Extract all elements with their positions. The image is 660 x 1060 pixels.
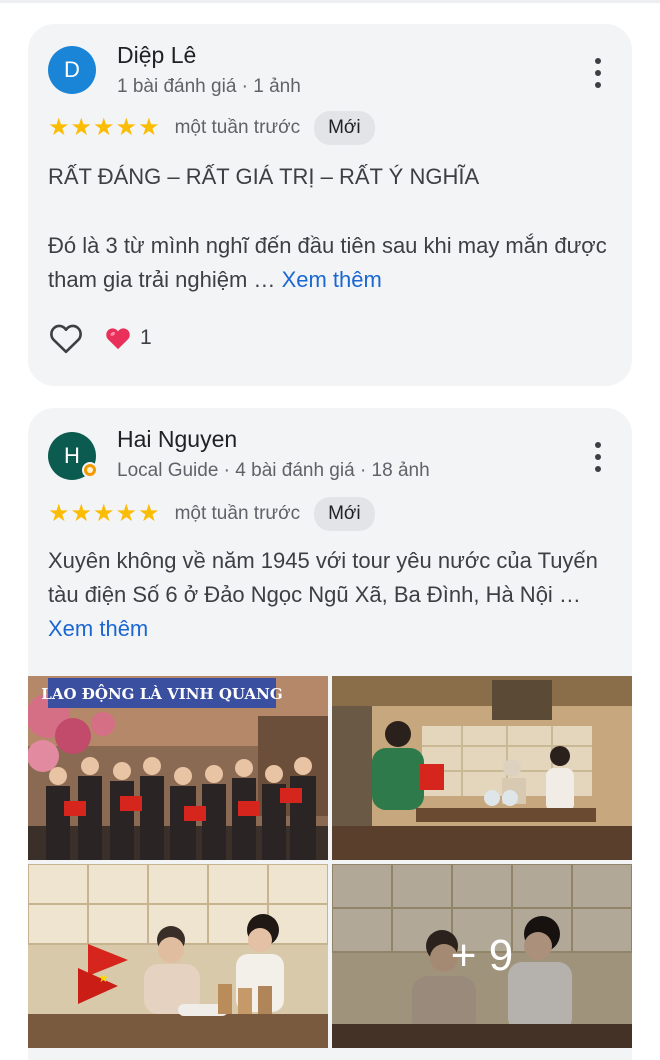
reviewer-meta: Local Guide · 4 bài đánh giá · 18 ảnh (117, 460, 430, 481)
star-rating: ★★★★★ (48, 114, 161, 141)
review-time: một tuần trước (174, 503, 301, 524)
svg-text:★: ★ (98, 971, 109, 985)
review-text: Xuyên không về năm 1945 với tour yêu nướ… (48, 544, 620, 646)
see-more-link[interactable]: Xem thêm (48, 616, 148, 641)
photo-banner-text: LAO ĐỘNG LÀ VINH QUANG (41, 684, 282, 703)
review-text: Đó là 3 từ mình nghĩ đến đầu tiên sau kh… (48, 229, 620, 297)
review-card: H Hai Nguyen Local Guide · 4 bài đánh gi… (28, 408, 632, 1060)
avatar[interactable]: H (48, 432, 98, 480)
reviewer-name[interactable]: Diệp Lê (117, 42, 196, 69)
more-vert-icon[interactable] (594, 442, 602, 472)
avatar[interactable]: D (48, 46, 96, 94)
reviewer-meta: 1 bài đánh giá · 1 ảnh (117, 76, 301, 97)
new-badge: Mới (314, 111, 375, 145)
star-rating: ★★★★★ (48, 500, 161, 527)
review-photo[interactable]: LAO ĐỘNG LÀ VINH QUANG (28, 676, 328, 860)
review-photo[interactable]: ★ (28, 864, 328, 1048)
rating-row: ★★★★★ một tuần trước Mới (48, 497, 375, 531)
like-count: 1 (140, 326, 152, 349)
avatar-letter: H (64, 443, 80, 468)
heart-reaction-icon (106, 328, 130, 350)
more-photos-tile[interactable]: + 9 (332, 864, 632, 1048)
review-time: một tuần trước (174, 117, 301, 138)
rating-row: ★★★★★ một tuần trước Mới (48, 111, 375, 145)
review-body: Xuyên không về năm 1945 với tour yêu nướ… (48, 548, 598, 607)
new-badge: Mới (314, 497, 375, 531)
top-divider (0, 0, 660, 3)
review-headline: RẤT ĐÁNG – RẤT GIÁ TRỊ – RẤT Ý NGHĨA (48, 164, 480, 189)
see-more-link[interactable]: Xem thêm (282, 267, 382, 292)
review-photo[interactable] (332, 676, 632, 860)
more-photos-count: + 9 (332, 864, 632, 1048)
more-vert-icon[interactable] (594, 58, 602, 88)
local-guide-badge-icon (82, 462, 98, 478)
review-card: D Diệp Lê 1 bài đánh giá · 1 ảnh ★★★★★ m… (28, 24, 632, 386)
like-row: 1 (48, 322, 152, 354)
heart-outline-icon[interactable] (48, 322, 84, 354)
reviewer-name[interactable]: Hai Nguyen (117, 426, 237, 453)
